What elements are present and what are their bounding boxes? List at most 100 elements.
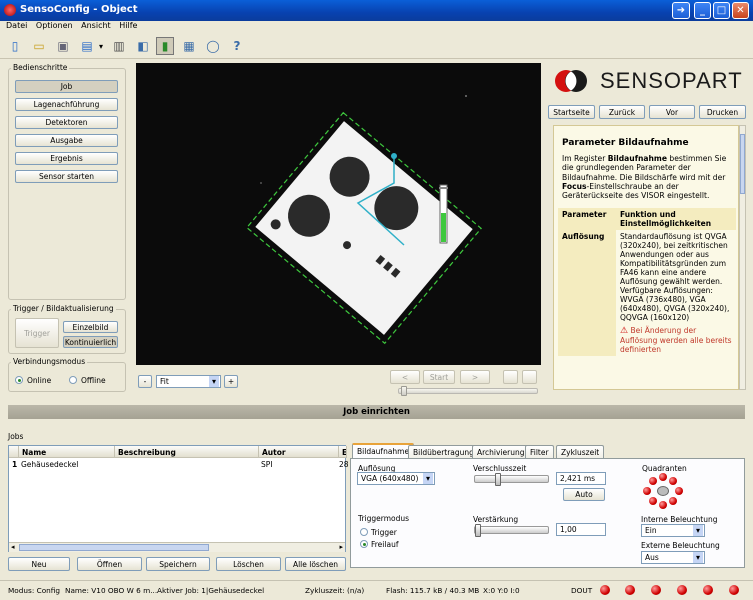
dropdown-arrow-icon[interactable]: ▾ (96, 37, 106, 55)
help-scrollbar[interactable] (739, 125, 746, 390)
online-radio[interactable] (15, 376, 23, 384)
single-image-button[interactable]: Einzelbild (63, 321, 118, 333)
camera-view[interactable] (136, 63, 541, 365)
save-icon[interactable]: ▣ (54, 37, 72, 55)
table-row[interactable]: 1 Gehäusedeckel SPI 28 (9, 459, 349, 470)
stop-button[interactable] (522, 370, 537, 384)
quadrants-label: Quadranten (642, 464, 687, 473)
menu-datei[interactable]: Datei (6, 21, 27, 30)
shutter-slider[interactable] (474, 473, 549, 486)
step-output-button[interactable]: Ausgabe (15, 134, 118, 147)
help-warning: Bei Änderung der Auflösung werden alle b… (620, 326, 732, 355)
save-job-button[interactable]: Speichern (146, 557, 210, 571)
jobs-col-author[interactable]: Autor (259, 446, 339, 458)
menu-ansicht[interactable]: Ansicht (81, 21, 111, 30)
logo-text: SENSOPART (600, 68, 743, 93)
gain-slider[interactable] (474, 524, 549, 537)
trigger-mode-trigger-radio[interactable] (360, 528, 368, 536)
auto-exposure-button[interactable]: Auto (563, 488, 605, 501)
status-mode: Modus: Config (8, 586, 61, 595)
help-col-parameter: Parameter (558, 208, 616, 231)
monitor-icon[interactable]: ▤ (78, 37, 96, 55)
delete-job-button[interactable]: Löschen (216, 557, 281, 571)
jobs-col-index (9, 446, 19, 458)
sensopart-logo: SENSOPART (548, 63, 746, 99)
help-arrow-button[interactable]: ➜ (672, 2, 690, 19)
jobs-col-name[interactable]: Name (19, 446, 115, 458)
status-coordinates: X:0 Y:0 I:0 (483, 586, 520, 595)
gain-slider-thumb[interactable] (475, 524, 481, 537)
help-back-button[interactable]: Zurück (599, 105, 645, 119)
step-job-button[interactable]: Job (15, 80, 118, 93)
tab-archiving[interactable]: Archivierung (472, 445, 530, 458)
zoom-select[interactable]: Fit (156, 375, 221, 388)
sensor-icon[interactable]: ◧ (134, 37, 152, 55)
section-title: Job einrichten (8, 405, 745, 419)
jobs-col-description[interactable]: Beschreibung (115, 446, 259, 458)
help-intro: Im Register Bildaufnahme bestimmen Sie d… (562, 154, 727, 201)
trigger-button[interactable]: Trigger (15, 318, 59, 348)
next-frame-button[interactable]: > (460, 370, 490, 384)
menu-hilfe[interactable]: Hilfe (119, 21, 137, 30)
tab-image-capture[interactable]: Bildaufnahme (352, 443, 415, 459)
delete-all-jobs-button[interactable]: Alle löschen (285, 557, 346, 571)
step-result-button[interactable]: Ergebnis (15, 152, 118, 165)
dout-led-2 (625, 585, 635, 595)
start-playback-button[interactable]: Start (423, 370, 455, 384)
internal-light-label: Interne Beleuchtung (641, 515, 718, 524)
menu-bar: Datei Optionen Ansicht Hilfe (0, 21, 753, 33)
continuous-button[interactable]: Kontinuierlich (63, 336, 118, 348)
gain-label: Verstärkung (473, 515, 519, 524)
resolution-select[interactable]: VGA (640x480) (357, 472, 435, 485)
tab-filter[interactable]: Filter (525, 445, 554, 458)
step-detectors-button[interactable]: Detektoren (15, 116, 118, 129)
steps-group-label: Bedienschritte (11, 63, 70, 72)
jobs-hscrollbar[interactable]: ◂ ▸ (9, 542, 345, 552)
menu-optionen[interactable]: Optionen (36, 21, 73, 30)
tab-cycle-time[interactable]: Zykluszeit (556, 445, 605, 458)
zoom-out-button[interactable]: - (138, 375, 152, 388)
prev-frame-button[interactable]: < (390, 370, 420, 384)
step-start-sensor-button[interactable]: Sensor starten (15, 170, 118, 183)
trigger-mode-trigger-label: Trigger (371, 528, 397, 537)
jobs-col-created[interactable]: Er (339, 446, 347, 458)
status-cycle-time: Zykluszeit: (n/a) (305, 586, 365, 595)
record-button[interactable] (503, 370, 518, 384)
help-print-button[interactable]: Drucken (699, 105, 746, 119)
config-mode-icon[interactable]: ▮ (156, 37, 174, 55)
help-forward-button[interactable]: Vor (649, 105, 695, 119)
warning-icon: ⚠ (620, 326, 629, 337)
minimize-button[interactable]: _ (694, 2, 711, 19)
maximize-button[interactable]: □ (713, 2, 730, 19)
playback-slider[interactable] (398, 386, 538, 396)
external-light-select[interactable]: Aus (641, 551, 705, 564)
internal-light-select[interactable]: Ein (641, 524, 705, 537)
zoom-in-button[interactable]: + (224, 375, 238, 388)
open-job-button[interactable]: Öffnen (77, 557, 142, 571)
quadrant-leds[interactable] (640, 473, 686, 511)
jobs-table: Name Beschreibung Autor Er 1 Gehäusedeck… (8, 445, 349, 552)
new-job-button[interactable]: Neu (8, 557, 70, 571)
step-position-tracking-button[interactable]: Lagenachführung (15, 98, 118, 111)
help-home-button[interactable]: Startseite (548, 105, 595, 119)
shutter-value-field[interactable]: 2,421 ms (556, 472, 606, 485)
trigger-group-label: Trigger / Bildaktualisierung (11, 304, 116, 313)
help-row-key: Auflösung (558, 230, 616, 325)
offline-radio[interactable] (69, 376, 77, 384)
status-name: Name: V10 OBO W 6 m... (65, 586, 158, 595)
toolbar: ▯ ▭ ▣ ▤ ▾ ▥ ◧ ▮ ▦ ◯ ? (0, 33, 753, 59)
help-icon[interactable]: ? (228, 37, 246, 55)
search-icon[interactable]: ◯ (204, 37, 222, 55)
dout-led-3 (651, 585, 661, 595)
film-icon[interactable]: ▥ (110, 37, 128, 55)
gain-value-field[interactable]: 1,00 (556, 523, 606, 536)
open-folder-icon[interactable]: ▭ (30, 37, 48, 55)
close-button[interactable]: ✕ (732, 2, 749, 19)
trigger-mode-freerun-radio[interactable] (360, 540, 368, 548)
title-bar: SensoConfig - Object ➜ _ □ ✕ (0, 0, 753, 21)
shutter-slider-thumb[interactable] (495, 473, 501, 486)
tab-image-transfer[interactable]: Bildübertragung (408, 445, 479, 458)
offline-label: Offline (81, 376, 106, 385)
window-icon[interactable]: ▦ (180, 37, 198, 55)
new-icon[interactable]: ▯ (6, 37, 24, 55)
